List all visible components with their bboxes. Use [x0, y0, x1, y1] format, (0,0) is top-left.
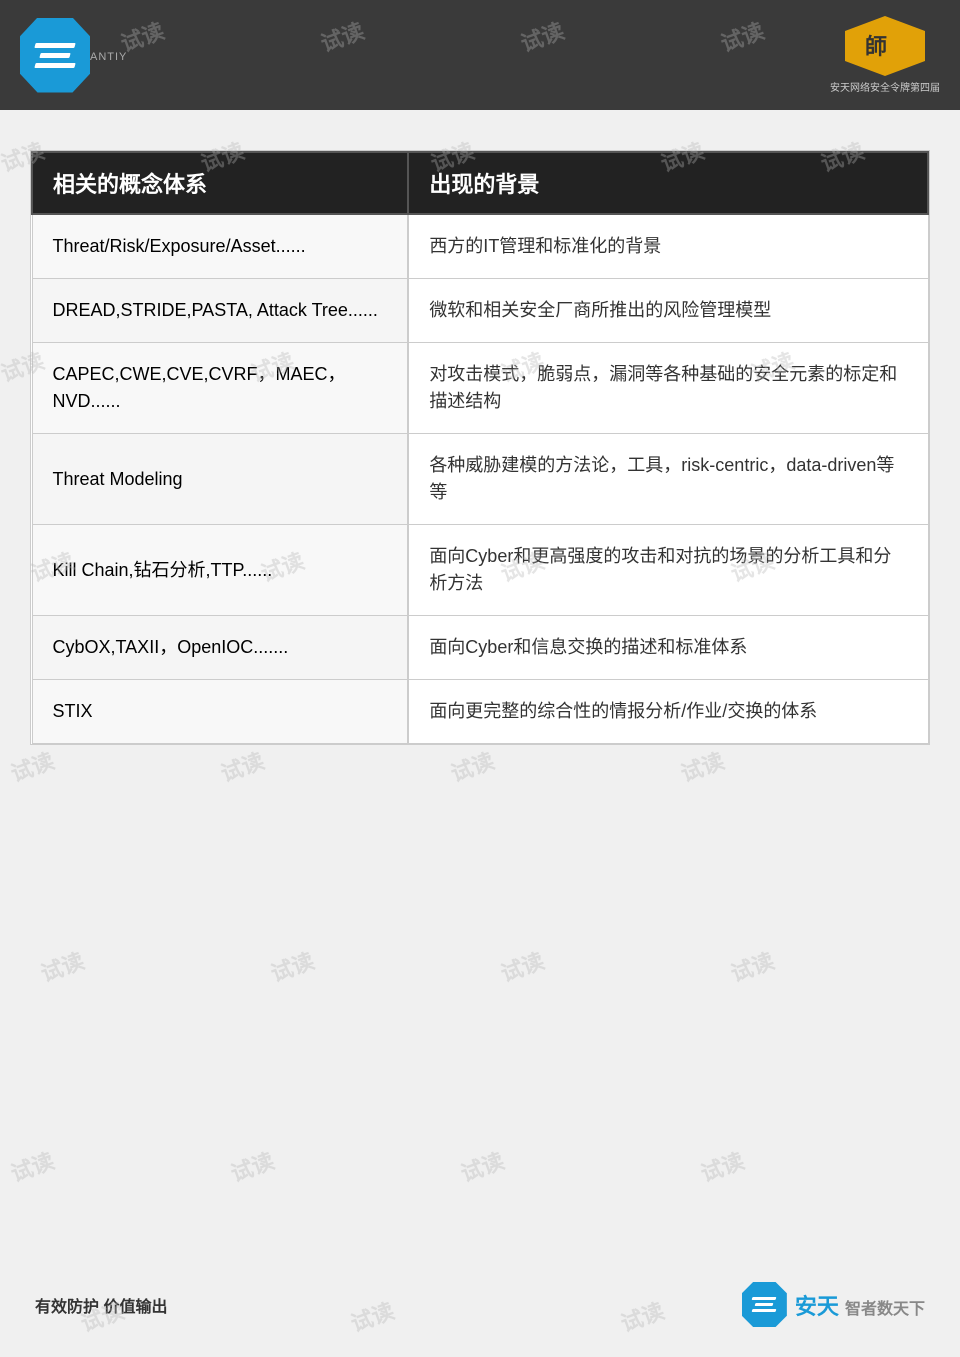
- cell-col2-5: 面向Cyber和信息交换的描述和标准体系: [408, 616, 928, 680]
- logo-line-1: [34, 43, 75, 48]
- watermark-29: 试读: [696, 1143, 748, 1188]
- logo-line-2: [39, 53, 70, 58]
- watermark-24: 试读: [496, 943, 548, 988]
- table-row: CAPEC,CWE,CVE,CVRF，MAEC，NVD......对攻击模式，脆…: [32, 343, 928, 434]
- col2-header: 出现的背景: [408, 152, 928, 214]
- table-row: STIX面向更完整的综合性的情报分析/作业/交换的体系: [32, 680, 928, 744]
- page-header: ANTIY 師 安天网络安全令牌第四届: [0, 0, 960, 110]
- svg-text:師: 師: [865, 34, 887, 59]
- logo-container: ANTIY: [20, 18, 127, 93]
- cell-col2-1: 微软和相关安全厂商所推出的风险管理模型: [408, 279, 928, 343]
- cell-col1-6: STIX: [32, 680, 408, 744]
- cell-col2-2: 对攻击模式，脆弱点，漏洞等各种基础的安全元素的标定和描述结构: [408, 343, 928, 434]
- cell-col1-5: CybOX,TAXII，OpenIOC.......: [32, 616, 408, 680]
- cell-col1-4: Kill Chain,钻石分析,TTP......: [32, 525, 408, 616]
- concepts-table: 相关的概念体系 出现的背景 Threat/Risk/Exposure/Asset…: [31, 151, 929, 744]
- footer-brand: 安天 智者数天下: [742, 1282, 925, 1327]
- emblem-icon: 師: [860, 26, 910, 66]
- cell-col1-1: DREAD,STRIDE,PASTA, Attack Tree......: [32, 279, 408, 343]
- cell-col2-4: 面向Cyber和更高强度的攻击和对抗的场景的分析工具和分析方法: [408, 525, 928, 616]
- cell-col2-6: 面向更完整的综合性的情报分析/作业/交换的体系: [408, 680, 928, 744]
- footer-brand-sub: 智者数天下: [845, 1301, 925, 1318]
- header-tagline: 安天网络安全令牌第四届: [830, 79, 940, 94]
- cell-col2-3: 各种威胁建模的方法论，工具，risk-centric，data-driven等等: [408, 434, 928, 525]
- logo-line-3: [34, 63, 75, 68]
- footer-line-2: [755, 1303, 774, 1306]
- footer-line-1: [752, 1297, 777, 1300]
- table-row: DREAD,STRIDE,PASTA, Attack Tree......微软和…: [32, 279, 928, 343]
- watermark-19: 试读: [216, 743, 268, 788]
- cell-col1-0: Threat/Risk/Exposure/Asset......: [32, 214, 408, 279]
- watermark-28: 试读: [456, 1143, 508, 1188]
- watermark-23: 试读: [266, 943, 318, 988]
- page-footer: 有效防护 价值输出 安天 智者数天下: [0, 1282, 960, 1327]
- table-row: Threat Modeling各种威胁建模的方法论，工具，risk-centri…: [32, 434, 928, 525]
- logo-lines: [35, 43, 75, 68]
- watermark-18: 试读: [6, 743, 58, 788]
- footer-brand-name: 安天 智者数天下: [795, 1289, 925, 1321]
- watermark-21: 试读: [676, 743, 728, 788]
- watermark-20: 试读: [446, 743, 498, 788]
- footer-logo-lines: [752, 1297, 776, 1312]
- col1-header: 相关的概念体系: [32, 152, 408, 214]
- logo-shape: [20, 18, 90, 93]
- watermark-25: 试读: [726, 943, 778, 988]
- watermark-22: 试读: [36, 943, 88, 988]
- table-row: CybOX,TAXII，OpenIOC.......面向Cyber和信息交换的描…: [32, 616, 928, 680]
- logo-text: ANTIY: [90, 51, 127, 63]
- cell-col2-0: 西方的IT管理和标准化的背景: [408, 214, 928, 279]
- table-row: Kill Chain,钻石分析,TTP......面向Cyber和更高强度的攻击…: [32, 525, 928, 616]
- cell-col1-2: CAPEC,CWE,CVE,CVRF，MAEC，NVD......: [32, 343, 408, 434]
- footer-slogan: 有效防护 价值输出: [35, 1293, 167, 1317]
- watermark-26: 试读: [6, 1143, 58, 1188]
- table-header-row: 相关的概念体系 出现的背景: [32, 152, 928, 214]
- header-right-logo: 師 安天网络安全令牌第四届: [830, 16, 940, 94]
- footer-line-3: [752, 1309, 777, 1312]
- table-row: Threat/Risk/Exposure/Asset......西方的IT管理和…: [32, 214, 928, 279]
- cell-col1-3: Threat Modeling: [32, 434, 408, 525]
- header-emblem: 師: [845, 16, 925, 76]
- main-content: 相关的概念体系 出现的背景 Threat/Risk/Exposure/Asset…: [30, 150, 930, 745]
- watermark-27: 试读: [226, 1143, 278, 1188]
- footer-logo-icon: [742, 1282, 787, 1327]
